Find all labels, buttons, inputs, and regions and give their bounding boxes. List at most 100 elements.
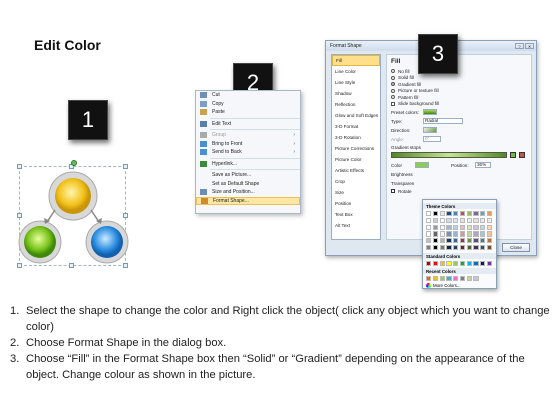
nav-item-position[interactable]: Position [332,198,380,209]
nav-item-reflection[interactable]: Reflection [332,99,380,110]
close-button[interactable]: Close [502,243,530,252]
color-swatch[interactable] [480,238,486,244]
color-swatch[interactable] [480,224,486,230]
resize-handle[interactable] [123,164,128,169]
slide-background-checkbox[interactable]: Slide background fill [391,101,527,108]
rotate-checkbox[interactable]: Rotate [391,188,527,195]
menu-item-group[interactable]: Group › [196,131,300,140]
color-swatch[interactable] [473,224,479,230]
color-swatch[interactable] [473,261,479,267]
color-swatch[interactable] [426,276,432,282]
nav-item-picture-color[interactable]: Picture Color [332,154,380,165]
color-button[interactable] [415,162,429,168]
menu-item-save-as-picture[interactable]: Save as Picture... [196,171,300,180]
menu-item-cut[interactable]: Cut [196,91,300,100]
color-swatch[interactable] [459,217,466,223]
color-swatch[interactable] [446,244,452,251]
color-swatch[interactable] [432,217,438,223]
color-swatch[interactable] [432,276,438,282]
nav-item-shadow[interactable]: Shadow [332,88,380,99]
color-swatch[interactable] [487,211,493,217]
gradient-stops-slider[interactable] [391,152,507,158]
nav-item-crop[interactable]: Crop [332,176,380,187]
color-swatch[interactable] [466,238,472,244]
type-select[interactable]: Radial [423,118,463,124]
color-swatch[interactable] [426,231,432,237]
color-swatch[interactable] [459,211,466,217]
color-swatch[interactable] [426,261,432,267]
color-swatch[interactable] [446,261,452,267]
color-swatch[interactable] [432,261,438,267]
color-swatch[interactable] [459,238,466,244]
color-swatch[interactable] [439,238,445,244]
color-swatch[interactable] [426,244,432,251]
color-swatch[interactable] [459,224,466,230]
color-swatch[interactable] [466,211,472,217]
color-swatch[interactable] [453,244,459,251]
color-swatch[interactable] [432,211,438,217]
menu-item-set-as-default-shape[interactable]: Set as Default Shape [196,180,300,189]
nav-item-glow-and-soft-edges[interactable]: Glow and Soft Edges [332,110,380,121]
color-swatch[interactable] [453,238,459,244]
add-stop-icon[interactable] [510,152,516,158]
color-swatch[interactable] [439,217,445,223]
nav-item-line-color[interactable]: Line Color [332,66,380,77]
nav-item-artistic-effects[interactable]: Artistic Effects [332,165,380,176]
color-swatch[interactable] [453,211,459,217]
color-swatch[interactable] [466,261,472,267]
color-swatch[interactable] [432,238,438,244]
menu-item-edit-text[interactable]: Edit Text [196,120,300,129]
color-swatch[interactable] [439,261,445,267]
nav-item-text-box[interactable]: Text Box [332,209,380,220]
menu-item-copy[interactable]: Copy [196,100,300,109]
color-swatch[interactable] [439,231,445,237]
color-swatch[interactable] [439,211,445,217]
rotate-handle[interactable] [71,160,77,166]
color-swatch[interactable] [426,238,432,244]
menu-item-hyperlink[interactable]: Hyperlink... [196,160,300,169]
color-swatch[interactable] [459,276,466,282]
color-swatch[interactable] [473,231,479,237]
color-swatch[interactable] [453,231,459,237]
preset-colors-button[interactable] [423,109,437,115]
color-swatch[interactable] [446,224,452,230]
color-swatch[interactable] [487,224,493,230]
nav-item-line-style[interactable]: Line Style [332,77,380,88]
color-swatch[interactable] [473,238,479,244]
more-colors-item[interactable]: More Colors... [426,283,493,289]
circle-diagram[interactable] [15,170,135,270]
color-swatch[interactable] [426,217,432,223]
color-swatch[interactable] [453,217,459,223]
color-swatch[interactable] [453,261,459,267]
color-swatch[interactable] [439,244,445,251]
color-swatch[interactable] [466,224,472,230]
color-swatch[interactable] [466,231,472,237]
color-swatch[interactable] [487,217,493,223]
color-swatch[interactable] [487,244,493,251]
direction-button[interactable] [423,127,437,133]
color-swatch[interactable] [466,276,472,282]
menu-item-format-shape[interactable]: Format Shape... [196,196,300,205]
color-swatch[interactable] [480,217,486,223]
color-swatch[interactable] [446,231,452,237]
color-swatch[interactable] [426,224,432,230]
color-swatch[interactable] [453,224,459,230]
position-field[interactable]: 36% [475,162,491,168]
color-swatch[interactable] [459,231,466,237]
menu-item-paste[interactable]: Paste [196,108,300,117]
resize-handle[interactable] [17,164,22,169]
color-swatch[interactable] [480,231,486,237]
color-swatch[interactable] [480,211,486,217]
nav-item-fill[interactable]: Fill [332,55,380,66]
color-swatch[interactable] [446,276,452,282]
color-swatch[interactable] [487,261,493,267]
menu-item-send-to-back[interactable]: Send to Back › [196,148,300,157]
color-swatch[interactable] [426,211,432,217]
nav-item-size[interactable]: Size [332,187,380,198]
angle-field[interactable]: 0° [423,136,441,142]
color-swatch[interactable] [459,244,466,251]
color-swatch[interactable] [473,276,479,282]
color-swatch[interactable] [439,276,445,282]
color-swatch[interactable] [473,211,479,217]
nav-item-picture-corrections[interactable]: Picture Corrections [332,143,380,154]
